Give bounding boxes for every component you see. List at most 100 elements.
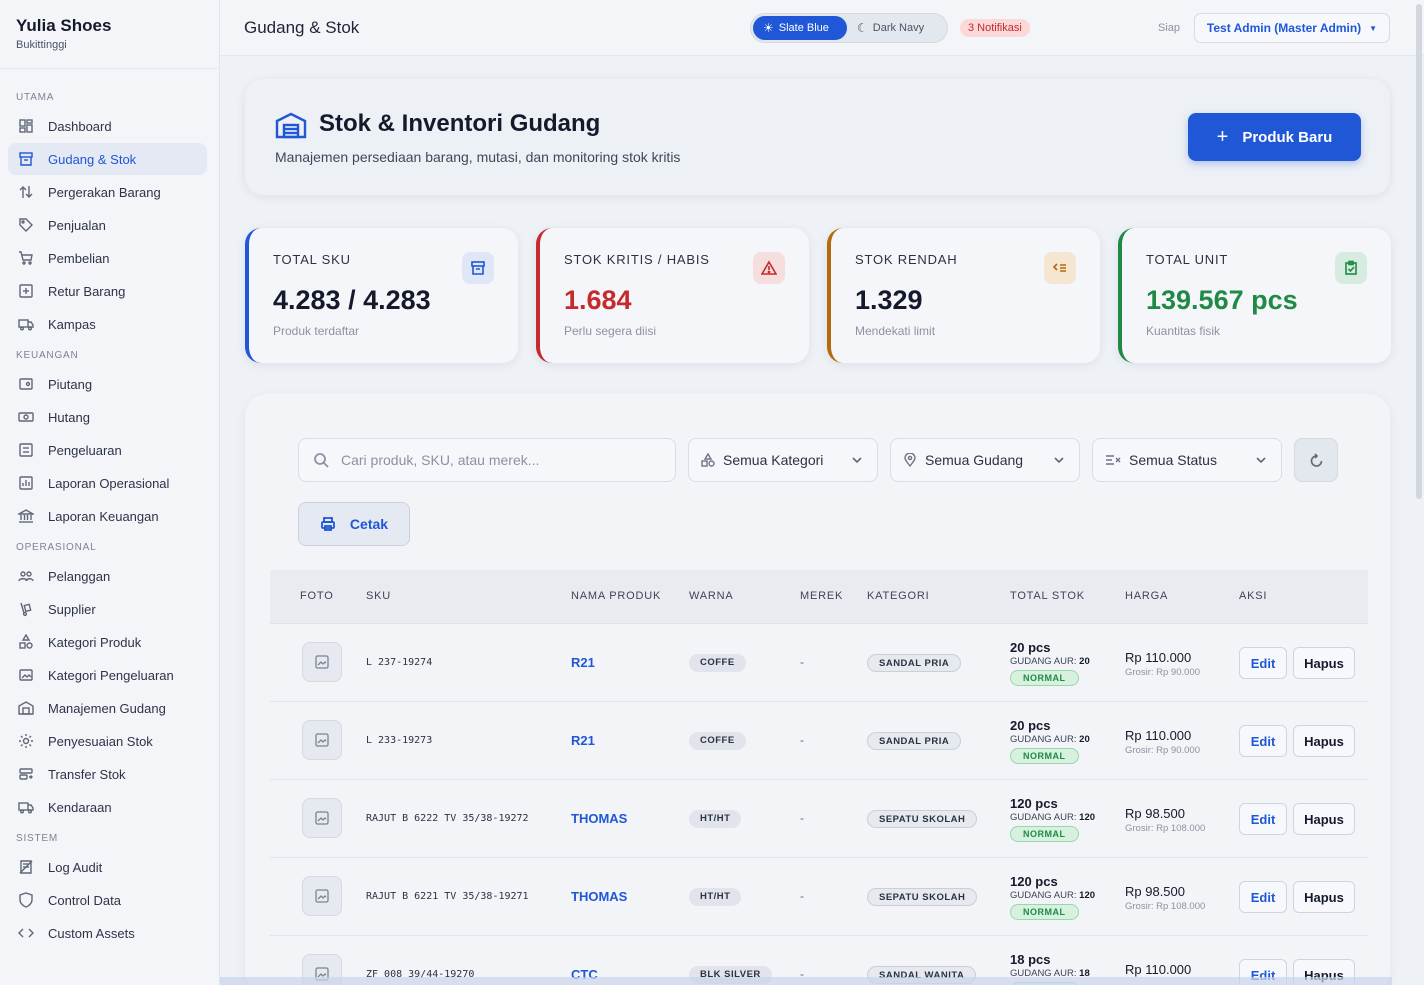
page-title: Gudang & Stok bbox=[244, 18, 360, 37]
product-photo-placeholder[interactable] bbox=[302, 876, 342, 916]
stock-status-badge: NORMAL bbox=[1010, 826, 1079, 842]
hero-subtitle: Manajemen persediaan barang, mutasi, dan… bbox=[275, 149, 681, 165]
print-button[interactable]: Cetak bbox=[298, 502, 410, 546]
sidebar-item-retur-barang[interactable]: Retur Barang bbox=[8, 275, 207, 307]
stat-label: TOTAL SKU bbox=[273, 252, 351, 267]
category-select[interactable]: Semua Kategori bbox=[688, 438, 878, 482]
sun-icon: ☀ bbox=[763, 21, 774, 35]
sku-cell: L 237-19274 bbox=[366, 657, 433, 668]
product-photo-placeholder[interactable] bbox=[302, 642, 342, 682]
table-body: L 237-19274 R21 COFFE - SANDAL PRIA 20 p… bbox=[270, 624, 1368, 985]
stock-quantity: 20 pcs bbox=[1010, 640, 1051, 655]
product-name-link[interactable]: THOMAS bbox=[571, 889, 627, 904]
category-chip: SEPATU SKOLAH bbox=[867, 888, 978, 906]
category-select-label: Semua Kategori bbox=[723, 452, 824, 468]
brand-city: Bukittinggi bbox=[16, 39, 67, 51]
transfer-icon bbox=[18, 766, 34, 782]
color-chip: HT/HT bbox=[689, 810, 742, 828]
sidebar-item-laporan-operasional[interactable]: Laporan Operasional bbox=[8, 467, 207, 499]
brand-cell: - bbox=[800, 811, 804, 825]
delete-button[interactable]: Hapus bbox=[1293, 725, 1355, 757]
theme-toggle[interactable]: ☀ Slate Blue ☾ Dark Navy bbox=[750, 13, 948, 43]
reset-filters-button[interactable] bbox=[1294, 438, 1338, 482]
stat-value: 1.329 bbox=[855, 285, 923, 315]
print-label: Cetak bbox=[349, 516, 389, 532]
column-header-product-name: NAMA PRODUK bbox=[571, 590, 662, 602]
sidebar-item-pengeluaran[interactable]: Pengeluaran bbox=[8, 434, 207, 466]
delete-button[interactable]: Hapus bbox=[1293, 881, 1355, 913]
sidebar-item-dashboard[interactable]: Dashboard bbox=[8, 110, 207, 142]
sidebar-item-kendaraan[interactable]: Kendaraan bbox=[8, 791, 207, 823]
edit-button[interactable]: Edit bbox=[1239, 647, 1287, 679]
product-name-link[interactable]: R21 bbox=[571, 655, 595, 670]
sidebar-item-label: Laporan Operasional bbox=[48, 475, 170, 491]
sidebar-item-label: Kategori Pengeluaran bbox=[48, 667, 174, 683]
product-photo-placeholder[interactable] bbox=[302, 720, 342, 760]
sidebar-item-gudang-stok[interactable]: Gudang & Stok bbox=[8, 143, 207, 175]
horizontal-scrollbar[interactable] bbox=[220, 977, 1392, 985]
stat-label: STOK RENDAH bbox=[855, 252, 958, 267]
table-row: RAJUT B 6222 TV 35/38-19272 THOMAS HT/HT… bbox=[270, 780, 1368, 858]
sidebar-item-pembelian[interactable]: Pembelian bbox=[8, 242, 207, 274]
sidebar-item-control-data[interactable]: Control Data bbox=[8, 884, 207, 916]
sidebar-item-label: Kendaraan bbox=[48, 799, 112, 815]
chevron-down-icon bbox=[852, 457, 862, 464]
stock-location-label: GUDANG AUR: bbox=[1010, 812, 1077, 823]
theme-slate-blue-button[interactable]: ☀ Slate Blue bbox=[753, 16, 847, 40]
stat-hint: Mendekati limit bbox=[855, 324, 936, 338]
sidebar-item-label: Retur Barang bbox=[48, 283, 126, 299]
vertical-scrollbar[interactable] bbox=[1416, 4, 1422, 499]
sidebar-item-label: Custom Assets bbox=[48, 925, 135, 941]
sidebar-item-log-audit[interactable]: Log Audit bbox=[8, 851, 207, 883]
dolly-icon bbox=[18, 601, 34, 617]
status-select[interactable]: Semua Status bbox=[1092, 438, 1282, 482]
sidebar-item-transfer-stok[interactable]: Transfer Stok bbox=[8, 758, 207, 790]
new-product-button[interactable]: + Produk Baru bbox=[1188, 113, 1361, 161]
sku-cell: L 233-19273 bbox=[366, 735, 433, 746]
stat-value: 4.283 / 4.283 bbox=[273, 285, 431, 315]
sidebar-item-penjualan[interactable]: Penjualan bbox=[8, 209, 207, 241]
edit-button[interactable]: Edit bbox=[1239, 725, 1287, 757]
edit-button[interactable]: Edit bbox=[1239, 881, 1287, 913]
sidebar-item-kategori-pengeluaran[interactable]: Kategori Pengeluaran bbox=[8, 659, 207, 691]
sidebar-item-supplier[interactable]: Supplier bbox=[8, 593, 207, 625]
warehouse-select[interactable]: Semua Gudang bbox=[890, 438, 1080, 482]
sidebar-item-label: Piutang bbox=[48, 376, 93, 392]
product-name-link[interactable]: R21 bbox=[571, 733, 595, 748]
sidebar-item-manajemen-gudang[interactable]: Manajemen Gudang bbox=[8, 692, 207, 724]
sidebar-item-label: Pengeluaran bbox=[48, 442, 122, 458]
edit-button[interactable]: Edit bbox=[1239, 803, 1287, 835]
sidebar-item-kategori-produk[interactable]: Kategori Produk bbox=[8, 626, 207, 658]
image-icon bbox=[315, 733, 329, 747]
theme-dark-navy-label: Dark Navy bbox=[872, 22, 925, 34]
sidebar-item-custom-assets[interactable]: Custom Assets bbox=[8, 917, 207, 949]
product-photo-placeholder[interactable] bbox=[302, 798, 342, 838]
sidebar-item-hutang[interactable]: Hutang bbox=[8, 401, 207, 433]
sidebar-item-label: Pelanggan bbox=[48, 568, 111, 584]
printer-icon bbox=[320, 516, 336, 532]
category-chip: SEPATU SKOLAH bbox=[867, 810, 978, 828]
search-input[interactable]: Cari produk, SKU, atau merek... bbox=[298, 438, 676, 482]
theme-dark-navy-button[interactable]: ☾ Dark Navy bbox=[847, 16, 934, 40]
delete-button[interactable]: Hapus bbox=[1293, 803, 1355, 835]
brand-cell: - bbox=[800, 655, 804, 669]
sidebar-item-kampas[interactable]: Kampas bbox=[8, 308, 207, 340]
wholesale-price: Grosir: Rp 90.000 bbox=[1125, 667, 1200, 678]
column-header-category: KATEGORI bbox=[867, 590, 930, 602]
clipboard-check-icon bbox=[1335, 252, 1367, 284]
column-header-actions: AKSI bbox=[1239, 590, 1268, 602]
sidebar-item-pergerakan-barang[interactable]: Pergerakan Barang bbox=[8, 176, 207, 208]
notification-badge[interactable]: 3 Notifikasi bbox=[960, 19, 1030, 37]
delete-button[interactable]: Hapus bbox=[1293, 647, 1355, 679]
user-menu-button[interactable]: Test Admin (Master Admin) ▼ bbox=[1194, 13, 1390, 43]
chevron-down-icon bbox=[1256, 457, 1266, 464]
plus-icon: + bbox=[1216, 125, 1229, 148]
sidebar-item-piutang[interactable]: Piutang bbox=[8, 368, 207, 400]
warning-icon bbox=[753, 252, 785, 284]
stock-status-badge: NORMAL bbox=[1010, 904, 1079, 920]
sidebar-item-laporan-keuangan[interactable]: Laporan Keuangan bbox=[8, 500, 207, 532]
sidebar-item-pelanggan[interactable]: Pelanggan bbox=[8, 560, 207, 592]
sidebar-item-penyesuaian-stok[interactable]: Penyesuaian Stok bbox=[8, 725, 207, 757]
stock-location-qty: 120 bbox=[1079, 812, 1096, 823]
product-name-link[interactable]: THOMAS bbox=[571, 811, 627, 826]
